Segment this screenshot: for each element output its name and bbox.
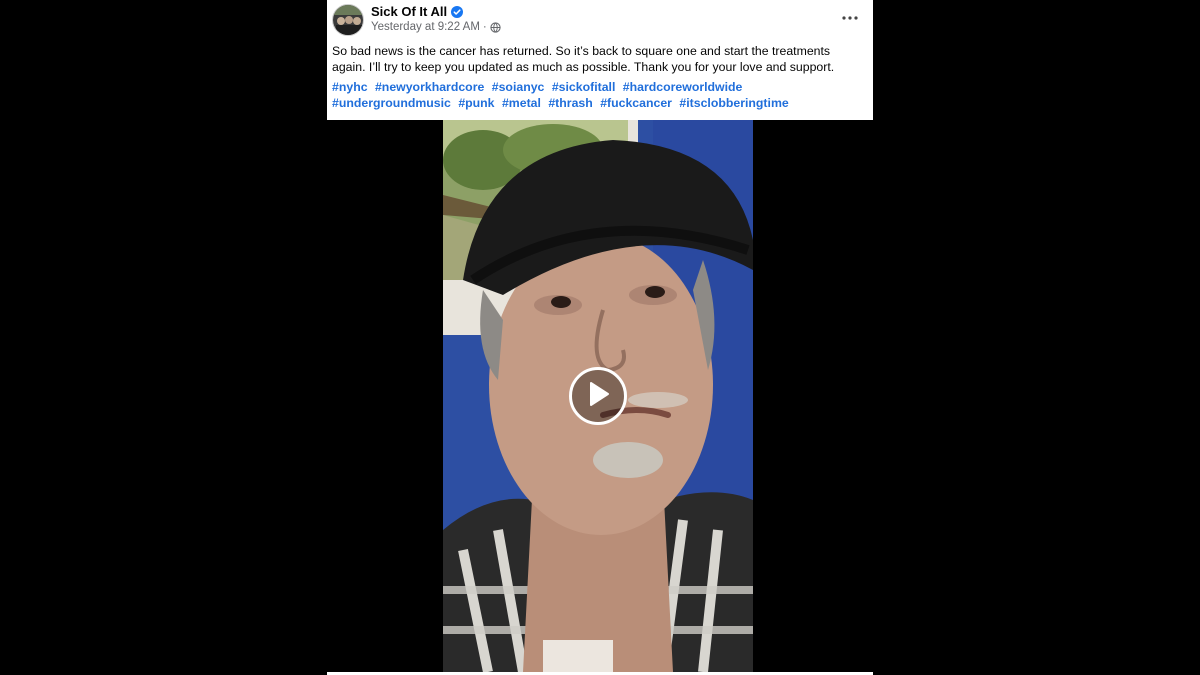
hashtag-link[interactable]: #metal — [502, 96, 541, 110]
page-avatar[interactable] — [332, 4, 364, 36]
hashtag-list: #nyhc #newyorkhardcore #soianyc #sickofi… — [332, 79, 868, 111]
hashtag-link[interactable]: #thrash — [548, 96, 592, 110]
post-caption: So bad news is the cancer has returned. … — [332, 44, 835, 74]
page-name-row: Sick Of It All — [371, 4, 464, 19]
hashtag-link[interactable]: #nyhc — [332, 80, 368, 94]
hashtag-link[interactable]: #punk — [458, 96, 494, 110]
verified-badge-icon — [451, 5, 464, 18]
hashtag-link[interactable]: #fuckcancer — [600, 96, 672, 110]
facebook-post: Sick Of It All Yesterday at 9:22 AM · So… — [327, 0, 873, 675]
post-timestamp[interactable]: Yesterday at 9:22 AM — [371, 21, 480, 33]
hashtag-link[interactable]: #undergroundmusic — [332, 96, 451, 110]
play-icon — [586, 381, 610, 412]
globe-icon[interactable] — [490, 21, 501, 33]
hashtag-link[interactable]: #itsclobberingtime — [679, 96, 788, 110]
play-button[interactable] — [569, 367, 627, 425]
hashtag-link[interactable]: #soianyc — [492, 80, 545, 94]
page-name[interactable]: Sick Of It All — [371, 4, 447, 19]
post-header: Sick Of It All Yesterday at 9:22 AM · So… — [327, 0, 873, 120]
hashtag-link[interactable]: #sickofitall — [552, 80, 616, 94]
avatar-image — [333, 5, 363, 35]
video-player[interactable] — [327, 120, 873, 672]
hashtag-link[interactable]: #newyorkhardcore — [375, 80, 484, 94]
post-meta: Yesterday at 9:22 AM · — [371, 21, 501, 33]
more-options-icon[interactable] — [839, 8, 861, 28]
hashtag-link[interactable]: #hardcoreworldwide — [623, 80, 743, 94]
meta-separator: · — [482, 21, 487, 33]
